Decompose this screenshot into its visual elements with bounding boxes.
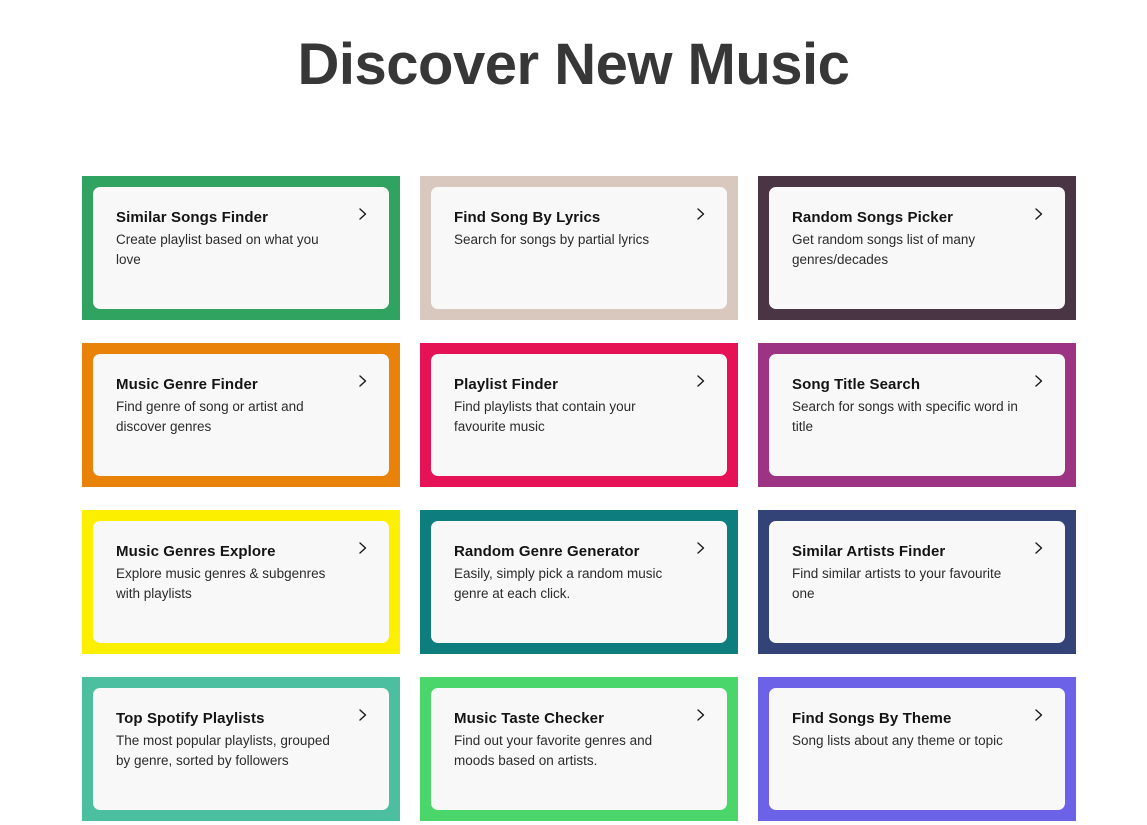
- feature-card-11[interactable]: Find Songs By Theme Song lists about any…: [758, 677, 1076, 821]
- discover-new-music-page: Discover New Music Similar Songs Finder …: [0, 0, 1147, 825]
- chevron-right-icon[interactable]: [694, 540, 708, 556]
- feature-card-2[interactable]: Random Songs Picker Get random songs lis…: [758, 176, 1076, 320]
- feature-card-description: The most popular playlists, grouped by g…: [116, 733, 330, 768]
- chevron-right-icon[interactable]: [1032, 540, 1046, 556]
- feature-card-inner: Playlist Finder Find playlists that cont…: [431, 354, 727, 476]
- chevron-right-icon[interactable]: [1032, 373, 1046, 389]
- feature-card-title: Random Genre Generator: [454, 543, 640, 560]
- feature-card-inner: Top Spotify Playlists The most popular p…: [93, 688, 389, 810]
- feature-card-inner: Similar Artists Finder Find similar arti…: [769, 521, 1065, 643]
- feature-card-title: Similar Artists Finder: [792, 543, 946, 560]
- feature-card-title: Playlist Finder: [454, 376, 559, 393]
- feature-card-title: Similar Songs Finder: [116, 209, 269, 226]
- chevron-right-icon[interactable]: [694, 206, 708, 222]
- chevron-right-icon[interactable]: [1032, 206, 1046, 222]
- feature-card-description: Create playlist based on what you love: [116, 232, 319, 267]
- feature-card-title: Random Songs Picker: [792, 209, 954, 226]
- feature-card-description: Find playlists that contain your favouri…: [454, 399, 636, 434]
- feature-card-description: Search for songs with specific word in t…: [792, 399, 1018, 434]
- feature-card-inner: Music Genre Finder Find genre of song or…: [93, 354, 389, 476]
- feature-card-0[interactable]: Similar Songs Finder Create playlist bas…: [82, 176, 400, 320]
- chevron-right-icon[interactable]: [356, 373, 370, 389]
- feature-card-description: Song lists about any theme or topic: [792, 733, 1003, 748]
- feature-card-7[interactable]: Random Genre Generator Easily, simply pi…: [420, 510, 738, 654]
- feature-card-title: Top Spotify Playlists: [116, 710, 265, 727]
- feature-card-description: Easily, simply pick a random music genre…: [454, 566, 663, 601]
- feature-card-3[interactable]: Music Genre Finder Find genre of song or…: [82, 343, 400, 487]
- feature-card-inner: Find Songs By Theme Song lists about any…: [769, 688, 1065, 810]
- feature-card-6[interactable]: Music Genres Explore Explore music genre…: [82, 510, 400, 654]
- feature-card-description: Explore music genres & subgenres with pl…: [116, 566, 326, 601]
- feature-card-8[interactable]: Similar Artists Finder Find similar arti…: [758, 510, 1076, 654]
- feature-card-inner: Music Genres Explore Explore music genre…: [93, 521, 389, 643]
- feature-card-title: Find Song By Lyrics: [454, 209, 601, 226]
- feature-cards-grid: Similar Songs Finder Create playlist bas…: [82, 176, 1076, 821]
- feature-card-inner: Find Song By Lyrics Search for songs by …: [431, 187, 727, 309]
- feature-card-title: Find Songs By Theme: [792, 710, 952, 727]
- feature-card-description: Find similar artists to your favourite o…: [792, 566, 1002, 601]
- feature-card-10[interactable]: Music Taste Checker Find out your favori…: [420, 677, 738, 821]
- feature-card-inner: Similar Songs Finder Create playlist bas…: [93, 187, 389, 309]
- feature-card-description: Find out your favorite genres and moods …: [454, 733, 653, 768]
- chevron-right-icon[interactable]: [694, 373, 708, 389]
- feature-card-inner: Random Genre Generator Easily, simply pi…: [431, 521, 727, 643]
- feature-card-description: Get random songs list of many genres/dec…: [792, 232, 976, 267]
- chevron-right-icon[interactable]: [1032, 707, 1046, 723]
- feature-card-inner: Random Songs Picker Get random songs lis…: [769, 187, 1065, 309]
- chevron-right-icon[interactable]: [356, 540, 370, 556]
- feature-card-inner: Music Taste Checker Find out your favori…: [431, 688, 727, 810]
- feature-card-description: Search for songs by partial lyrics: [454, 232, 650, 247]
- feature-card-5[interactable]: Song Title Search Search for songs with …: [758, 343, 1076, 487]
- page-title: Discover New Music: [297, 32, 850, 97]
- feature-card-4[interactable]: Playlist Finder Find playlists that cont…: [420, 343, 738, 487]
- feature-card-title: Music Genre Finder: [116, 376, 258, 393]
- feature-card-title: Music Genres Explore: [116, 543, 276, 560]
- feature-card-title: Music Taste Checker: [454, 710, 605, 727]
- feature-card-9[interactable]: Top Spotify Playlists The most popular p…: [82, 677, 400, 821]
- feature-card-inner: Song Title Search Search for songs with …: [769, 354, 1065, 476]
- feature-card-title: Song Title Search: [792, 376, 921, 393]
- chevron-right-icon[interactable]: [694, 707, 708, 723]
- chevron-right-icon[interactable]: [356, 206, 370, 222]
- feature-card-1[interactable]: Find Song By Lyrics Search for songs by …: [420, 176, 738, 320]
- feature-card-description: Find genre of song or artist and discove…: [116, 399, 304, 434]
- chevron-right-icon[interactable]: [356, 707, 370, 723]
